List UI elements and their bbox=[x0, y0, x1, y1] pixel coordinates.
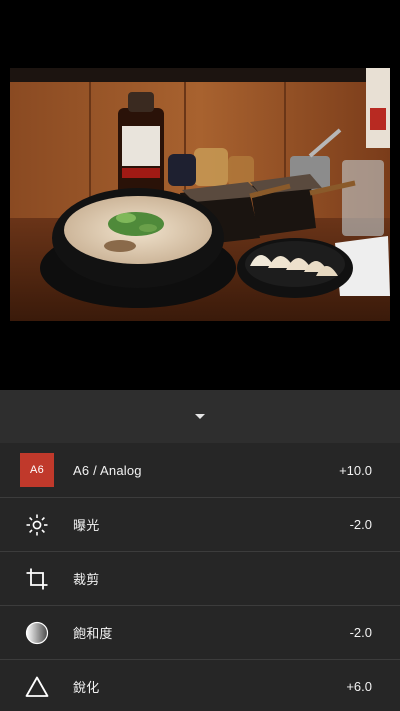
ramen-photo-image bbox=[10, 68, 390, 321]
adjustment-panel: A6 A6 / Analog +10.0 曝光 -2.0 裁剪 飽和度 -2.0… bbox=[0, 390, 400, 711]
preset-badge: A6 bbox=[20, 453, 54, 487]
adjustment-row-sharpen[interactable]: 銳化 +6.0 bbox=[0, 659, 400, 711]
adjustment-value: -2.0 bbox=[349, 517, 372, 532]
adjustment-label: 飽和度 bbox=[73, 626, 113, 641]
adjustment-row-preset[interactable]: A6 A6 / Analog +10.0 bbox=[0, 443, 400, 497]
adjustment-label: 裁剪 bbox=[73, 572, 100, 587]
adjustment-row-saturation[interactable]: 飽和度 -2.0 bbox=[0, 605, 400, 659]
chevron-down-icon bbox=[195, 414, 205, 419]
adjustment-value: +10.0 bbox=[339, 462, 372, 478]
adjustment-row-crop[interactable]: 裁剪 bbox=[0, 551, 400, 605]
crop-icon bbox=[20, 562, 54, 596]
saturation-icon bbox=[20, 616, 54, 650]
adjustment-value: -2.0 bbox=[349, 625, 372, 640]
photo-preview[interactable] bbox=[10, 68, 390, 321]
adjustment-list: A6 A6 / Analog +10.0 曝光 -2.0 裁剪 飽和度 -2.0… bbox=[0, 443, 400, 711]
sun-icon bbox=[20, 508, 54, 542]
adjustment-label: A6 / Analog bbox=[73, 462, 142, 478]
adjustment-label: 銳化 bbox=[73, 680, 100, 695]
panel-collapse-toggle[interactable] bbox=[0, 390, 400, 443]
triangle-icon bbox=[20, 670, 54, 704]
preset-badge-text: A6 bbox=[29, 464, 45, 476]
photo-editor-screen: A6 A6 / Analog +10.0 曝光 -2.0 裁剪 飽和度 -2.0… bbox=[0, 0, 400, 711]
adjustment-label: 曝光 bbox=[73, 518, 100, 533]
adjustment-row-exposure[interactable]: 曝光 -2.0 bbox=[0, 497, 400, 551]
adjustment-value: +6.0 bbox=[346, 679, 372, 694]
photo-canvas bbox=[0, 0, 400, 390]
